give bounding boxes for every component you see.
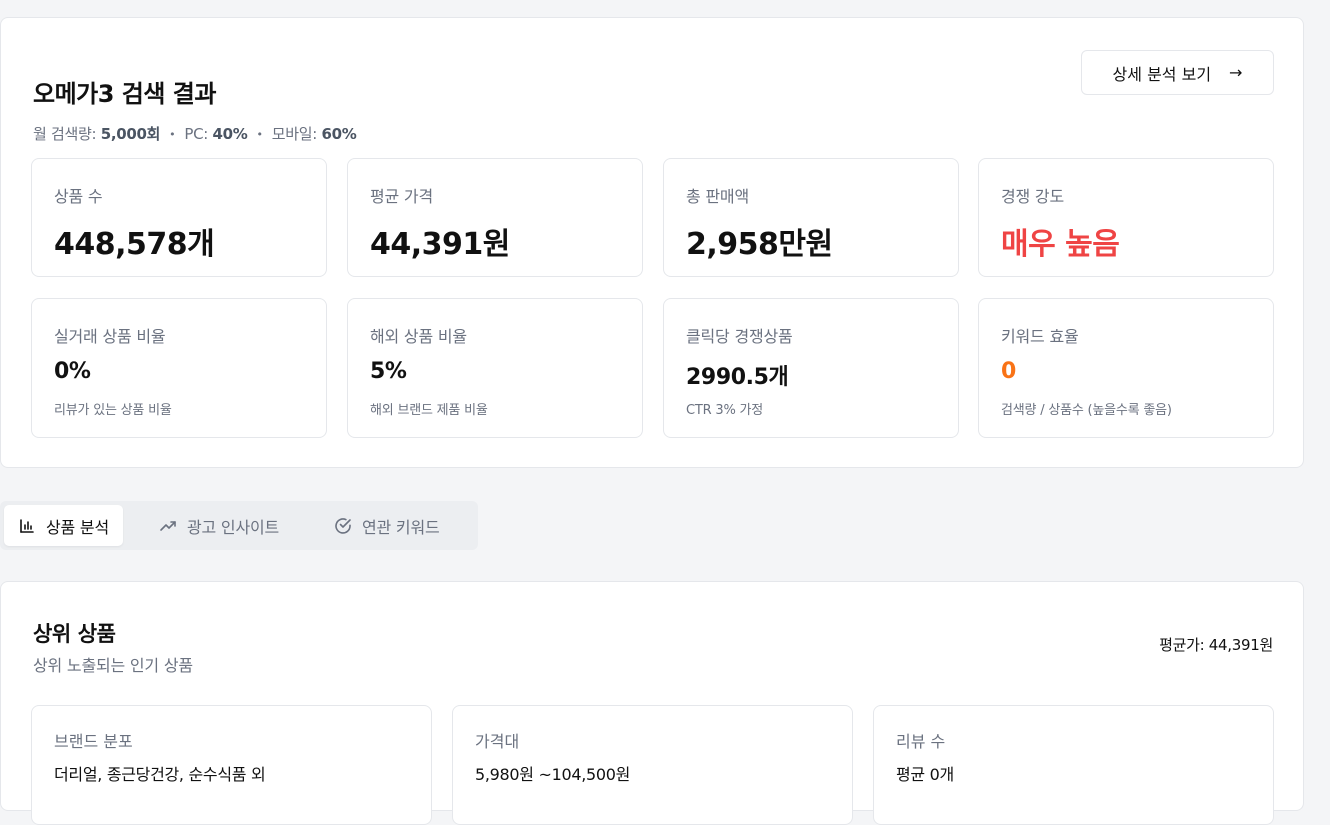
stat-note: CTR 3% 가정 [686,403,764,418]
card-value: 평균 0개 [896,765,954,784]
section-title: 상위 상품 [33,622,116,646]
stat-card-competition: 경쟁 강도 매우 높음 [978,158,1274,277]
stat-card-competitors-per-click: 클릭당 경쟁상품 2990.5개 CTR 3% 가정 [663,298,959,438]
competition-level-value: 매우 높음 [1001,227,1120,262]
brand-distribution-card: 브랜드 분포 더리얼, 종근당건강, 순수식품 외 [31,705,432,825]
tab-ad-insight[interactable]: 광고 인사이트 [145,505,293,546]
mobile-label: 모바일: [271,125,322,143]
stat-card-product-count: 상품 수 448,578개 [31,158,327,277]
search-summary-card: 오메가3 검색 결과 월 검색량: 5,000회 • PC: 40% • 모바일: 60… [0,17,1304,468]
tab-label: 연관 키워드 [362,517,440,537]
bar-chart-icon [20,518,34,533]
arrow-right-icon: → [1229,63,1243,82]
stat-card-total-sales: 총 판매액 2,958만원 [663,158,959,277]
stat-value: 448,578개 [54,227,215,262]
section-subtitle: 상위 노출되는 인기 상품 [33,656,193,675]
price-range-card: 가격대 5,980원 ~104,500원 [452,705,853,825]
mobile-value: 60% [321,125,357,143]
card-label: 리뷰 수 [896,732,946,751]
review-count-card: 리뷰 수 평균 0개 [873,705,1274,825]
card-value: 5,980원 ~104,500원 [475,765,631,784]
check-circle-icon [335,517,351,534]
tab-label: 상품 분석 [46,517,109,537]
stat-note: 리뷰가 있는 상품 비율 [54,403,172,418]
detail-analysis-label: 상세 분석 보기 [1112,64,1212,84]
pc-value: 40% [212,125,248,143]
stat-label: 실거래 상품 비율 [54,327,166,346]
card-label: 가격대 [475,732,520,751]
top-products-card: 상위 상품 상위 노출되는 인기 상품 평균가: 44,391원 브랜드 분포 … [0,581,1304,825]
search-volume-value: 5,000회 [100,125,161,143]
stat-value: 44,391원 [370,227,510,262]
stat-label: 클릭당 경쟁상품 [686,327,793,346]
tab-related-keywords[interactable]: 연관 키워드 [320,505,454,546]
stat-label: 평균 가격 [370,187,433,206]
trending-up-icon [160,520,176,531]
stat-value: 5% [370,359,407,384]
stat-label: 키워드 효율 [1001,327,1079,346]
search-meta: 월 검색량: 5,000회 • PC: 40% • 모바일: 60% [33,123,357,144]
search-volume-label: 월 검색량: [33,125,101,143]
stat-card-avg-price: 평균 가격 44,391원 [347,158,643,277]
analysis-tabs: 상품 분석 광고 인사이트 연관 키워드 [0,501,478,550]
card-label: 브랜드 분포 [54,732,133,751]
stat-label: 경쟁 강도 [1001,187,1064,206]
card-value: 더리얼, 종근당건강, 순수식품 외 [54,765,266,784]
stat-value: 2,958만원 [686,227,833,262]
stat-note: 검색량 / 상품수 (높을수록 좋음) [1001,403,1172,418]
separator-dot: • [256,128,264,141]
page-title: 오메가3 검색 결과 [33,80,216,108]
separator-dot: • [169,128,176,141]
stat-card-overseas-ratio: 해외 상품 비율 5% 해외 브랜드 제품 비율 [347,298,643,438]
stat-label: 총 판매액 [686,187,749,206]
tab-product-analysis[interactable]: 상품 분석 [4,505,123,546]
stat-card-real-trade-ratio: 실거래 상품 비율 0% 리뷰가 있는 상품 비율 [31,298,327,438]
stat-label: 해외 상품 비율 [370,327,467,346]
stat-value: 2990.5개 [686,365,789,390]
stat-card-keyword-efficiency: 키워드 효율 0 검색량 / 상품수 (높을수록 좋음) [978,298,1274,438]
keyword-efficiency-value: 0 [1001,359,1016,384]
detail-analysis-button[interactable]: 상세 분석 보기 → [1081,50,1274,95]
stat-value: 0% [54,359,91,384]
pc-label: PC: [184,125,213,143]
stat-note: 해외 브랜드 제품 비율 [370,403,488,418]
average-price: 평균가: 44,391원 [1159,636,1273,654]
tab-label: 광고 인사이트 [187,517,280,537]
stat-label: 상품 수 [54,187,103,206]
